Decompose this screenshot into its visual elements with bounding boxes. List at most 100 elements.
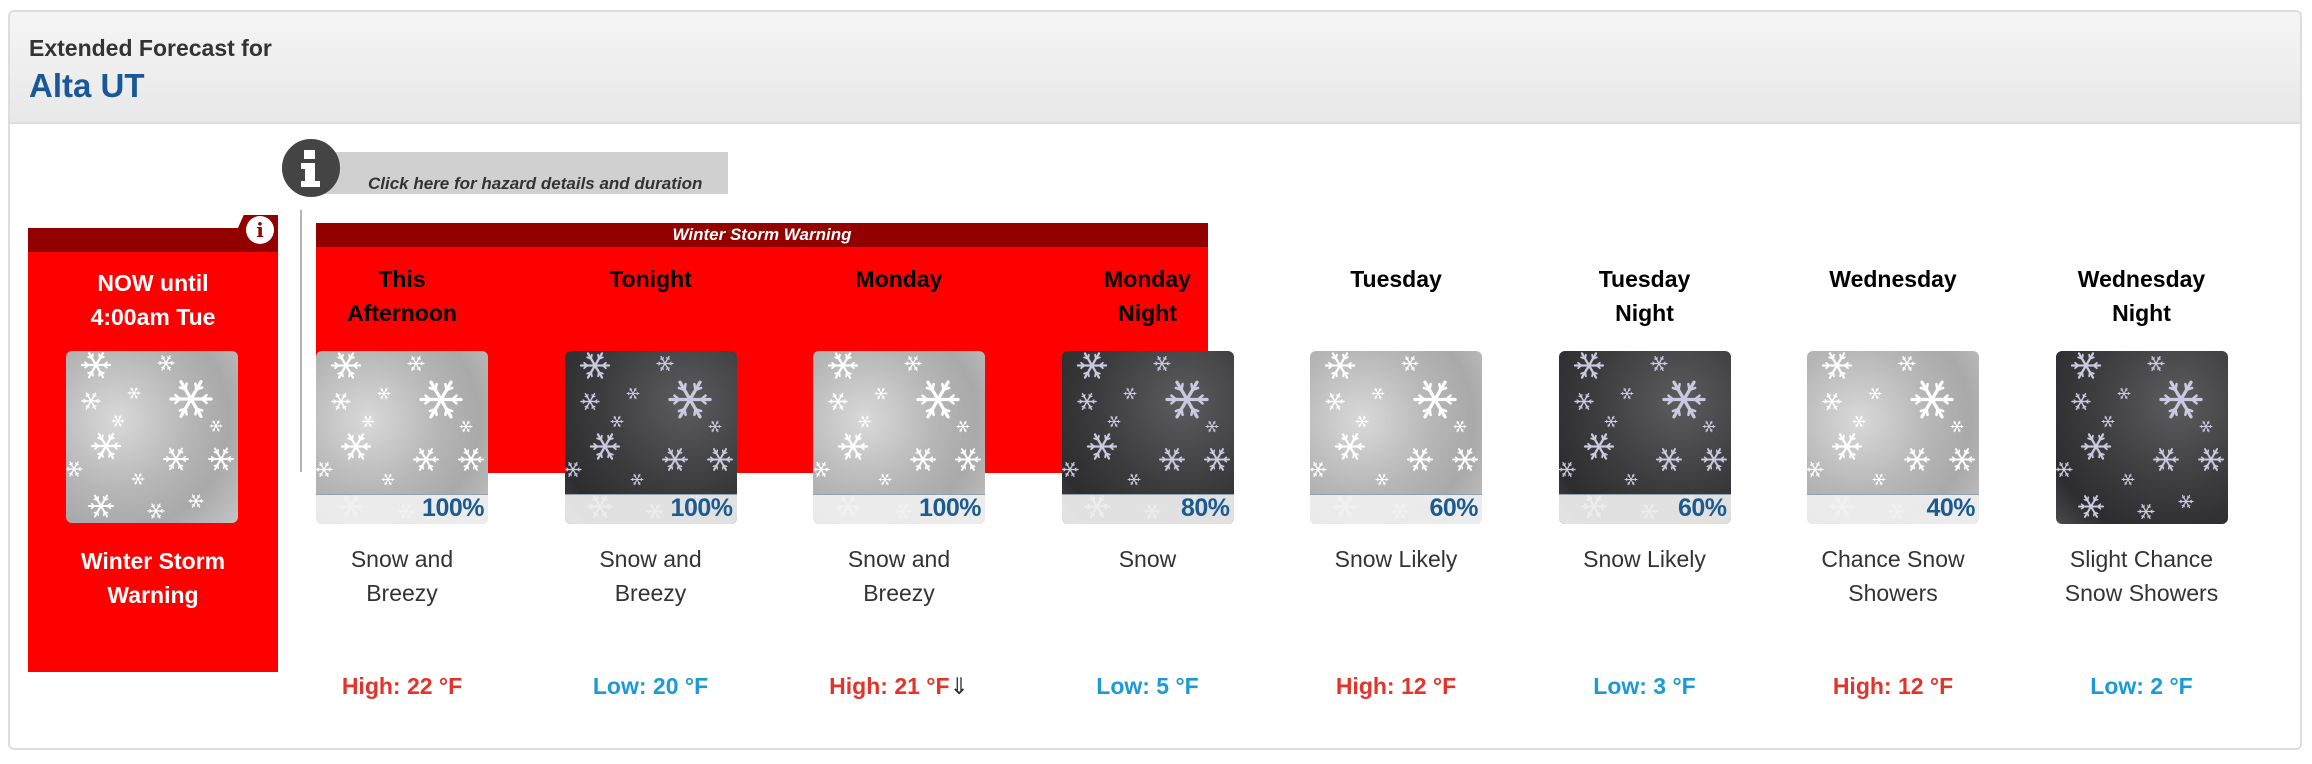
period-name: Tonight [527,262,775,342]
temperature-value: Low: 5 °F [1096,673,1199,699]
precip-chance: 60% [1677,494,1727,522]
now-label-line2: Warning [107,582,199,608]
period-name-line1: Wednesday [1829,266,1957,292]
short-description: Snow [1024,542,1272,576]
weather-image[interactable]: 60% [1310,351,1482,524]
weather-image[interactable]: 100% [564,351,737,524]
temperature-value: Low: 20 °F [592,673,709,699]
temperature: High: 21 °F⇓ [775,673,1023,700]
snowflake-icon [66,351,234,519]
temperature-value: High: 21 °F [829,673,950,699]
temperature: Low: 3 °F [1521,673,1769,700]
info-icon[interactable]: i [246,216,274,244]
period-name-line1: Tuesday [1350,266,1442,292]
period-name-line1: Tuesday [1598,266,1691,292]
precip-chance: 100% [919,494,981,522]
temperature: High: 12 °F [1769,673,2017,700]
pop-strip: 60% [1310,494,1482,524]
period-name-line1: Monday [1104,266,1191,292]
description-line1: Snow Likely [1583,546,1706,572]
forecast-period-1: Tonight 100% Snow and Breezy Low: 20 °F [527,262,775,699]
forecast-period-7: Wednesday Night Slight Chance Snow Showe… [2018,262,2266,699]
short-description: Slight Chance Snow Showers [2018,542,2266,610]
pop-strip: 60% [1558,494,1731,524]
pop-strip: 100% [564,494,737,524]
forecast-period-3: Monday Night 80% Snow Low: 5 °F [1024,262,1272,699]
period-name-line1: This [378,266,426,292]
description-line2: Breezy [366,580,438,606]
period-name-line1: Tonight [609,266,692,292]
period-name-line1: Wednesday [2077,266,2206,292]
now-period-line1: NOW until [97,270,209,296]
weather-image[interactable]: 40% [1807,351,1979,524]
forecast-period-2: Monday 100% Snow and Breezy High: 21 °F⇓ [775,262,1023,699]
temperature: Low: 20 °F [527,673,775,700]
now-hazard-box[interactable]: i NOW until 4:00am Tue Winter Storm Warn… [28,215,278,672]
description-line2: Breezy [614,580,687,606]
forecast-period-6: Wednesday 40% Chance Snow Showers High: … [1769,262,2017,699]
period-name-line2: Afternoon [347,300,457,326]
weather-image[interactable]: 100% [813,351,985,524]
short-description: Chance Snow Showers [1769,542,2017,610]
temperature: Low: 2 °F [2018,673,2266,700]
weather-image[interactable]: 100% [316,351,488,524]
description-line1: Snow and [847,546,951,572]
description-line1: Snow Likely [1334,546,1458,572]
snow-image[interactable] [66,351,238,523]
period-name-line2: Night [2112,300,2171,326]
description-line1: Snow and [350,546,454,572]
temperature-value: Low: 2 °F [2090,673,2193,699]
precip-chance: 60% [1429,494,1478,522]
temperature-value: Low: 3 °F [1593,673,1696,699]
temperature: High: 12 °F [1272,673,1520,700]
panel-header: Extended Forecast for Alta UT [10,12,2300,124]
weather-image[interactable] [2055,351,2228,524]
pop-strip: 100% [316,494,488,524]
period-name-line1: Monday [855,266,943,292]
precip-chance: 80% [1180,494,1230,522]
description-line1: Slight Chance [2069,546,2214,572]
period-name: Tuesday [1272,262,1520,342]
snowflake-icon [2055,352,2224,520]
description-line1: Chance Snow [1821,546,1965,572]
period-name: Monday [775,262,1023,342]
period-name: Tuesday Night [1521,262,1769,342]
info-icon[interactable] [282,139,340,197]
period-name-line2: Night [1118,300,1177,326]
short-description: Snow and Breezy [527,542,775,610]
description-line1: Snow [1118,546,1177,572]
description-line2: Snow Showers [2064,580,2219,606]
temperature-value: High: 12 °F [1832,673,1954,699]
location-title: Alta UT [29,67,145,104]
period-name: Wednesday Night [2018,262,2266,342]
period-name-line2: Night [1615,300,1674,326]
now-period: NOW until 4:00am Tue [28,266,278,334]
period-name: This Afternoon [278,262,526,342]
now-box-header: i [28,215,278,252]
pop-strip: 100% [813,494,985,524]
pop-strip: 40% [1807,494,1979,524]
weather-image[interactable]: 80% [1061,351,1234,524]
warning-banner-label[interactable]: Winter Storm Warning [316,223,1208,247]
temperature: High: 22 °F [278,673,526,700]
header-subtitle: Extended Forecast for [29,35,272,61]
forecast-period-5: Tuesday Night 60% Snow Likely Low: 3 °F [1521,262,1769,699]
short-description: Snow and Breezy [278,542,526,610]
precip-chance: 100% [670,494,733,522]
temperature: Low: 5 °F [1024,673,1272,700]
temperature-value: High: 22 °F [341,673,463,699]
now-label-line1: Winter Storm [80,548,226,574]
short-description: Snow and Breezy [775,542,1023,610]
hazard-link-text[interactable]: Click here for hazard details and durati… [368,174,702,194]
short-description: Snow Likely [1272,542,1520,576]
pop-strip: 80% [1061,494,1234,524]
now-period-line2: 4:00am Tue [90,304,216,330]
hazard-bar[interactable]: Click here for hazard details and durati… [308,152,728,194]
weather-image[interactable]: 60% [1558,351,1731,524]
description-line1: Snow and [599,546,702,572]
short-description: Snow Likely [1521,542,1769,576]
forecast-period-4: Tuesday 60% Snow Likely High: 12 °F [1272,262,1520,699]
period-name: Wednesday [1769,262,2017,342]
period-name: Monday Night [1024,262,1272,342]
precip-chance: 40% [1926,494,1975,522]
